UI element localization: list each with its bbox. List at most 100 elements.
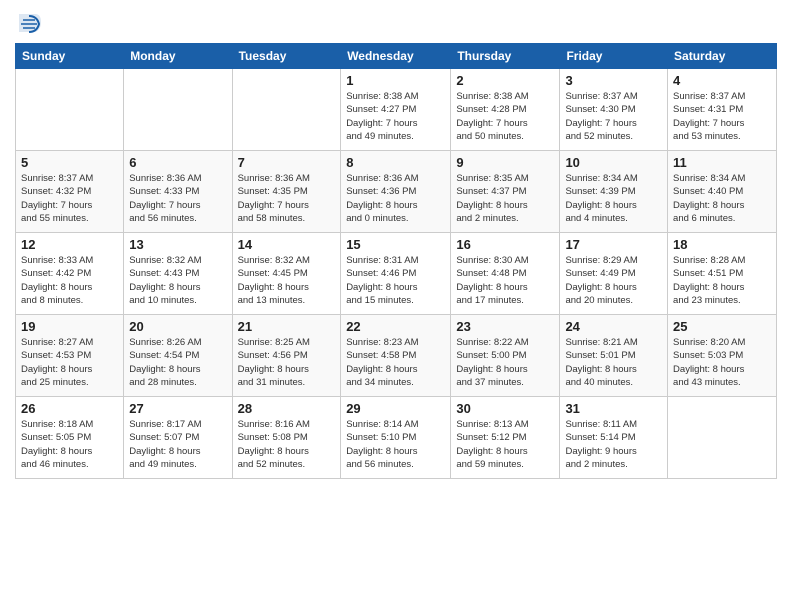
calendar-cell: 9Sunrise: 8:35 AM Sunset: 4:37 PM Daylig… bbox=[451, 151, 560, 233]
day-info: Sunrise: 8:36 AM Sunset: 4:36 PM Dayligh… bbox=[346, 172, 445, 225]
day-info: Sunrise: 8:27 AM Sunset: 4:53 PM Dayligh… bbox=[21, 336, 118, 389]
calendar-cell: 25Sunrise: 8:20 AM Sunset: 5:03 PM Dayli… bbox=[668, 315, 777, 397]
day-number: 26 bbox=[21, 401, 118, 416]
day-number: 19 bbox=[21, 319, 118, 334]
day-number: 13 bbox=[129, 237, 226, 252]
weekday-header-sunday: Sunday bbox=[16, 44, 124, 69]
weekday-header-wednesday: Wednesday bbox=[341, 44, 451, 69]
day-number: 9 bbox=[456, 155, 554, 170]
calendar-cell: 8 Sunrise: 8:36 AM Sunset: 4:36 PM Daylig… bbox=[341, 151, 451, 233]
day-number: 6 bbox=[129, 155, 226, 170]
calendar-cell bbox=[668, 397, 777, 479]
calendar-cell: 13 Sunrise: 8:32 AM Sunset: 4:43 PM Dayli… bbox=[124, 233, 232, 315]
calendar: SundayMondayTuesdayWednesdayThursdayFrid… bbox=[15, 43, 777, 479]
calendar-cell: 28 Sunrise: 8:16 AM Sunset: 5:08 PM Dayli… bbox=[232, 397, 341, 479]
calendar-cell: 6 Sunrise: 8:36 AM Sunset: 4:33 PM Daylig… bbox=[124, 151, 232, 233]
weekday-header-friday: Friday bbox=[560, 44, 668, 69]
day-number: 27 bbox=[129, 401, 226, 416]
calendar-cell: 24Sunrise: 8:21 AM Sunset: 5:01 PM Dayli… bbox=[560, 315, 668, 397]
day-info: Sunrise: 8:31 AM Sunset: 4:46 PM Dayligh… bbox=[346, 254, 445, 307]
week-row-1: 1 Sunrise: 8:38 AM Sunset: 4:27 PM Daylig… bbox=[16, 69, 777, 151]
day-info: Sunrise: 8:22 AM Sunset: 5:00 PM Dayligh… bbox=[456, 336, 554, 389]
day-info: Sunrise: 8:37 AM Sunset: 4:32 PM Dayligh… bbox=[21, 172, 118, 225]
weekday-header-saturday: Saturday bbox=[668, 44, 777, 69]
calendar-cell: 27 Sunrise: 8:17 AM Sunset: 5:07 PM Dayli… bbox=[124, 397, 232, 479]
day-info: Sunrise: 8:36 AM Sunset: 4:33 PM Dayligh… bbox=[129, 172, 226, 225]
day-info: Sunrise: 8:17 AM Sunset: 5:07 PM Dayligh… bbox=[129, 418, 226, 471]
day-number: 17 bbox=[565, 237, 662, 252]
day-number: 14 bbox=[238, 237, 336, 252]
day-info: Sunrise: 8:26 AM Sunset: 4:54 PM Dayligh… bbox=[129, 336, 226, 389]
calendar-cell: 18 Sunrise: 8:28 AM Sunset: 4:51 PM Dayli… bbox=[668, 233, 777, 315]
day-number: 21 bbox=[238, 319, 336, 334]
calendar-cell: 12 Sunrise: 8:33 AM Sunset: 4:42 PM Dayli… bbox=[16, 233, 124, 315]
day-info: Sunrise: 8:38 AM Sunset: 4:27 PM Dayligh… bbox=[346, 90, 445, 143]
day-info: Sunrise: 8:25 AM Sunset: 4:56 PM Dayligh… bbox=[238, 336, 336, 389]
day-number: 20 bbox=[129, 319, 226, 334]
day-info: Sunrise: 8:18 AM Sunset: 5:05 PM Dayligh… bbox=[21, 418, 118, 471]
day-number: 2 bbox=[456, 73, 554, 88]
week-row-4: 19 Sunrise: 8:27 AM Sunset: 4:53 PM Dayli… bbox=[16, 315, 777, 397]
weekday-header-tuesday: Tuesday bbox=[232, 44, 341, 69]
day-number: 23 bbox=[456, 319, 554, 334]
calendar-cell: 11Sunrise: 8:34 AM Sunset: 4:40 PM Dayli… bbox=[668, 151, 777, 233]
day-info: Sunrise: 8:32 AM Sunset: 4:43 PM Dayligh… bbox=[129, 254, 226, 307]
day-number: 22 bbox=[346, 319, 445, 334]
calendar-cell: 31 Sunrise: 8:11 AM Sunset: 5:14 PM Dayli… bbox=[560, 397, 668, 479]
day-number: 12 bbox=[21, 237, 118, 252]
calendar-cell: 26 Sunrise: 8:18 AM Sunset: 5:05 PM Dayli… bbox=[16, 397, 124, 479]
calendar-cell: 29 Sunrise: 8:14 AM Sunset: 5:10 PM Dayli… bbox=[341, 397, 451, 479]
day-number: 28 bbox=[238, 401, 336, 416]
calendar-cell: 17 Sunrise: 8:29 AM Sunset: 4:49 PM Dayli… bbox=[560, 233, 668, 315]
calendar-cell: 21 Sunrise: 8:25 AM Sunset: 4:56 PM Dayli… bbox=[232, 315, 341, 397]
day-info: Sunrise: 8:23 AM Sunset: 4:58 PM Dayligh… bbox=[346, 336, 445, 389]
day-info: Sunrise: 8:34 AM Sunset: 4:40 PM Dayligh… bbox=[673, 172, 771, 225]
day-info: Sunrise: 8:28 AM Sunset: 4:51 PM Dayligh… bbox=[673, 254, 771, 307]
day-info: Sunrise: 8:37 AM Sunset: 4:31 PM Dayligh… bbox=[673, 90, 771, 143]
day-info: Sunrise: 8:38 AM Sunset: 4:28 PM Dayligh… bbox=[456, 90, 554, 143]
day-info: Sunrise: 8:14 AM Sunset: 5:10 PM Dayligh… bbox=[346, 418, 445, 471]
day-info: Sunrise: 8:13 AM Sunset: 5:12 PM Dayligh… bbox=[456, 418, 554, 471]
calendar-cell: 5Sunrise: 8:37 AM Sunset: 4:32 PM Daylig… bbox=[16, 151, 124, 233]
calendar-cell: 19 Sunrise: 8:27 AM Sunset: 4:53 PM Dayli… bbox=[16, 315, 124, 397]
day-info: Sunrise: 8:36 AM Sunset: 4:35 PM Dayligh… bbox=[238, 172, 336, 225]
calendar-cell bbox=[16, 69, 124, 151]
day-number: 29 bbox=[346, 401, 445, 416]
day-number: 10 bbox=[565, 155, 662, 170]
calendar-cell: 30 Sunrise: 8:13 AM Sunset: 5:12 PM Dayli… bbox=[451, 397, 560, 479]
calendar-cell: 2 Sunrise: 8:38 AM Sunset: 4:28 PM Daylig… bbox=[451, 69, 560, 151]
day-number: 16 bbox=[456, 237, 554, 252]
day-number: 7 bbox=[238, 155, 336, 170]
calendar-cell: 20 Sunrise: 8:26 AM Sunset: 4:54 PM Dayli… bbox=[124, 315, 232, 397]
calendar-cell: 14Sunrise: 8:32 AM Sunset: 4:45 PM Dayli… bbox=[232, 233, 341, 315]
day-number: 8 bbox=[346, 155, 445, 170]
day-info: Sunrise: 8:33 AM Sunset: 4:42 PM Dayligh… bbox=[21, 254, 118, 307]
day-info: Sunrise: 8:34 AM Sunset: 4:39 PM Dayligh… bbox=[565, 172, 662, 225]
calendar-cell: 15Sunrise: 8:31 AM Sunset: 4:46 PM Dayli… bbox=[341, 233, 451, 315]
day-info: Sunrise: 8:11 AM Sunset: 5:14 PM Dayligh… bbox=[565, 418, 662, 471]
calendar-cell: 1 Sunrise: 8:38 AM Sunset: 4:27 PM Daylig… bbox=[341, 69, 451, 151]
calendar-cell: 4Sunrise: 8:37 AM Sunset: 4:31 PM Daylig… bbox=[668, 69, 777, 151]
day-info: Sunrise: 8:37 AM Sunset: 4:30 PM Dayligh… bbox=[565, 90, 662, 143]
logo bbox=[15, 10, 47, 38]
weekday-header-monday: Monday bbox=[124, 44, 232, 69]
day-number: 18 bbox=[673, 237, 771, 252]
week-row-5: 26 Sunrise: 8:18 AM Sunset: 5:05 PM Dayli… bbox=[16, 397, 777, 479]
weekday-header-thursday: Thursday bbox=[451, 44, 560, 69]
week-row-2: 5Sunrise: 8:37 AM Sunset: 4:32 PM Daylig… bbox=[16, 151, 777, 233]
calendar-cell: 3Sunrise: 8:37 AM Sunset: 4:30 PM Daylig… bbox=[560, 69, 668, 151]
day-info: Sunrise: 8:29 AM Sunset: 4:49 PM Dayligh… bbox=[565, 254, 662, 307]
day-info: Sunrise: 8:21 AM Sunset: 5:01 PM Dayligh… bbox=[565, 336, 662, 389]
calendar-cell bbox=[232, 69, 341, 151]
calendar-cell: 22 Sunrise: 8:23 AM Sunset: 4:58 PM Dayli… bbox=[341, 315, 451, 397]
day-number: 1 bbox=[346, 73, 445, 88]
day-number: 30 bbox=[456, 401, 554, 416]
week-row-3: 12 Sunrise: 8:33 AM Sunset: 4:42 PM Dayli… bbox=[16, 233, 777, 315]
day-info: Sunrise: 8:16 AM Sunset: 5:08 PM Dayligh… bbox=[238, 418, 336, 471]
day-info: Sunrise: 8:30 AM Sunset: 4:48 PM Dayligh… bbox=[456, 254, 554, 307]
calendar-cell bbox=[124, 69, 232, 151]
day-number: 31 bbox=[565, 401, 662, 416]
calendar-cell: 10 Sunrise: 8:34 AM Sunset: 4:39 PM Dayli… bbox=[560, 151, 668, 233]
calendar-cell: 23 Sunrise: 8:22 AM Sunset: 5:00 PM Dayli… bbox=[451, 315, 560, 397]
day-info: Sunrise: 8:20 AM Sunset: 5:03 PM Dayligh… bbox=[673, 336, 771, 389]
